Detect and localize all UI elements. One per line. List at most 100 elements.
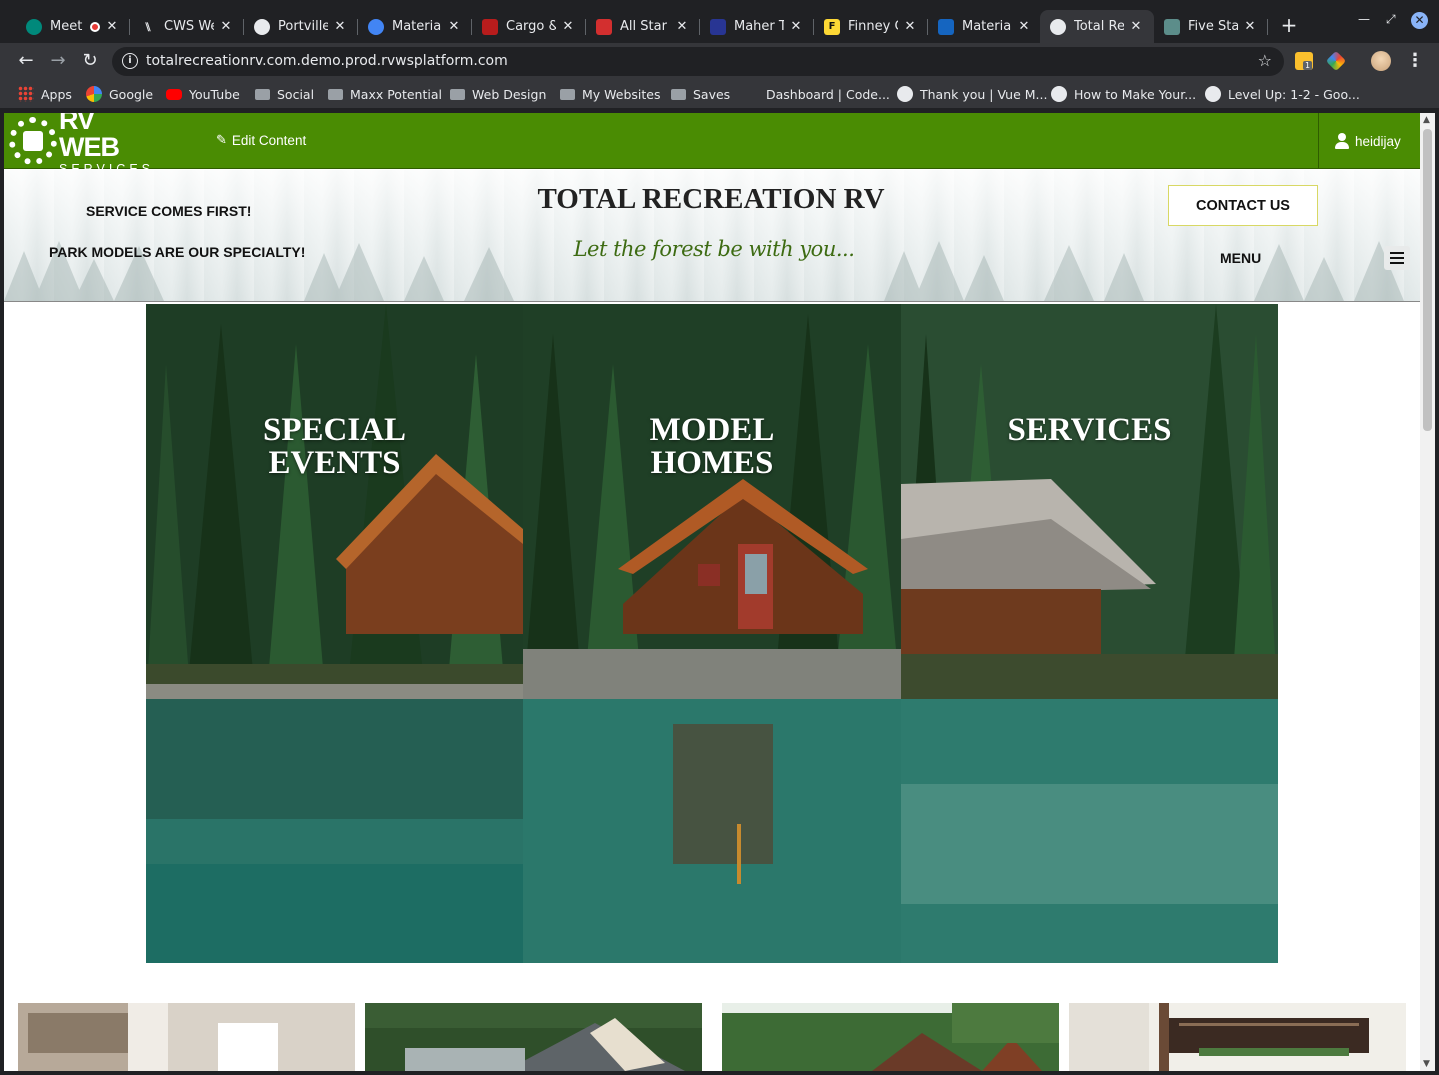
codepen-icon (743, 86, 759, 102)
site-title[interactable]: TOTAL RECREATION RV (536, 183, 886, 216)
gear-logo-icon (9, 117, 57, 165)
scrollbar-thumb[interactable] (1423, 129, 1432, 431)
edit-content-button[interactable]: ✎ Edit Content (216, 132, 306, 148)
close-tab-icon[interactable]: ✕ (560, 19, 576, 34)
address-bar[interactable]: i totalrecreationrv.com.demo.prod.rvwspl… (112, 47, 1284, 76)
close-tab-icon[interactable]: ✕ (332, 19, 348, 34)
close-tab-icon[interactable]: ✕ (218, 19, 234, 34)
profile-avatar[interactable] (1371, 51, 1391, 71)
maher-favicon-icon (710, 18, 726, 35)
address-url[interactable]: totalrecreationrv.com.demo.prod.rvwsplat… (146, 53, 508, 69)
close-tab-icon[interactable]: ✕ (104, 19, 120, 34)
browser-toolbar: ← → ↻ i totalrecreationrv.com.demo.prod.… (0, 43, 1439, 79)
globe-favicon-icon (1050, 18, 1066, 35)
bookmark-levelup[interactable]: Level Up: 1-2 - Goo... (1205, 85, 1360, 103)
cargo-favicon-icon (482, 18, 498, 35)
close-tab-icon[interactable]: ✕ (1128, 19, 1144, 34)
globe-icon (897, 86, 913, 102)
gallery-thumbnail-exterior-home[interactable] (365, 1003, 702, 1071)
gallery-thumbnail-interior-loft[interactable] (18, 1003, 355, 1071)
user-menu[interactable]: heidijay (1318, 113, 1420, 169)
material-favicon-icon (368, 18, 384, 35)
hero-panel-services[interactable]: SERVICES (901, 304, 1278, 963)
hero-panel-special-events[interactable]: SPECIAL EVENTS (146, 304, 523, 963)
username: heidijay (1355, 133, 1401, 149)
extension-badge: 1 (1303, 61, 1313, 70)
kitchen-image (1069, 1003, 1406, 1071)
folder-icon (328, 88, 343, 100)
browser-tab[interactable]: F Finney C ✕ (814, 10, 928, 43)
recording-indicator-icon (90, 21, 100, 32)
logo-line1: RV WEB (59, 113, 120, 162)
scroll-up-icon[interactable]: ▲ (1423, 115, 1430, 125)
close-tab-icon[interactable]: ✕ (674, 19, 690, 34)
bookmarks-bar: Apps Google YouTube Social Maxx Potentia… (0, 79, 1439, 109)
browser-menu-icon[interactable]: ⋮ (1406, 51, 1424, 71)
browser-tab[interactable]: Material ✕ (358, 10, 472, 43)
browser-tab[interactable]: Material ✕ (928, 10, 1042, 43)
browser-tab[interactable]: All Star I ✕ (586, 10, 700, 43)
finney-favicon-icon: F (824, 18, 840, 35)
gallery-thumbnail-cabin-trees[interactable] (722, 1003, 1059, 1071)
fivestar-favicon-icon (1164, 18, 1180, 35)
color-picker-extension-icon[interactable] (1325, 50, 1347, 72)
browser-tab[interactable]: Meet ✕ (16, 10, 130, 43)
bookmark-youtube[interactable]: YouTube (166, 85, 240, 103)
browser-tab-active[interactable]: Total Rec ✕ (1040, 10, 1154, 43)
minimize-window-icon[interactable]: — (1358, 12, 1370, 26)
browser-tab[interactable]: Maher Tr ✕ (700, 10, 814, 43)
site-info-icon[interactable]: i (122, 53, 138, 69)
bookmark-dashboard[interactable]: Dashboard | Code... (743, 85, 890, 103)
browser-tab[interactable]: ⑊ CWS Wel ✕ (130, 10, 244, 43)
exterior-image (365, 1003, 702, 1071)
contact-us-button[interactable]: CONTACT US (1168, 185, 1318, 226)
page-scrollbar[interactable]: ▲ ▼ (1420, 113, 1435, 1071)
folder-icon (560, 88, 575, 100)
folder-icon (450, 88, 465, 100)
bookmark-howto[interactable]: How to Make Your... (1051, 85, 1196, 103)
web-page: RV WEB SERVICES ✎ Edit Content heidijay … (4, 113, 1420, 1071)
back-arrow-icon[interactable]: ← (14, 49, 38, 73)
browser-tab-strip: Meet ✕ ⑊ CWS Wel ✕ Portville ✕ Material … (0, 0, 1439, 43)
scroll-down-icon[interactable]: ▼ (1423, 1059, 1430, 1069)
bookmark-folder-saves[interactable]: Saves (671, 85, 730, 103)
restore-window-icon[interactable]: ⤢ (1386, 12, 1396, 27)
cabin-trees-image (722, 1003, 1059, 1071)
user-icon (1335, 133, 1349, 149)
material-favicon-icon (938, 18, 954, 35)
browser-tab[interactable]: Five Star ✕ (1154, 10, 1268, 43)
menu-label[interactable]: MENU (1220, 250, 1261, 266)
bookmark-apps[interactable]: Apps (18, 85, 72, 103)
allstar-favicon-icon (596, 18, 612, 35)
close-window-icon[interactable]: ✕ (1411, 12, 1428, 29)
forward-arrow-icon[interactable]: → (46, 49, 70, 73)
close-tab-icon[interactable]: ✕ (1242, 19, 1258, 34)
browser-tab[interactable]: Portville ✕ (244, 10, 358, 43)
hero-panel-model-homes[interactable]: MODEL HOMES (523, 304, 901, 963)
bookmark-folder-webdesign[interactable]: Web Design (450, 85, 546, 103)
site-slogan: Let the forest be with you... (573, 237, 855, 261)
close-tab-icon[interactable]: ✕ (788, 19, 804, 34)
extension-icon[interactable]: 1 (1295, 52, 1313, 70)
globe-icon (1205, 86, 1221, 102)
gallery-thumbnail-interior-kitchen[interactable] (1069, 1003, 1406, 1071)
bookmark-star-icon[interactable]: ☆ (1258, 51, 1272, 70)
close-tab-icon[interactable]: ✕ (446, 19, 462, 34)
close-tab-icon[interactable]: ✕ (902, 19, 918, 34)
google-icon (86, 86, 102, 102)
close-tab-icon[interactable]: ✕ (1016, 19, 1032, 34)
browser-tab[interactable]: Cargo & ✕ (472, 10, 586, 43)
bookmark-thankyou[interactable]: Thank you | Vue M... (897, 85, 1047, 103)
bookmark-google[interactable]: Google (86, 85, 153, 103)
folder-icon (671, 88, 686, 100)
rv-web-services-logo[interactable]: RV WEB SERVICES (9, 113, 154, 175)
hamburger-menu-icon[interactable] (1384, 246, 1410, 270)
site-header: SERVICE COMES FIRST! PARK MODELS ARE OUR… (4, 170, 1420, 302)
new-tab-button[interactable]: + (1278, 14, 1300, 36)
reload-icon[interactable]: ↻ (78, 49, 102, 73)
bookmark-folder-social[interactable]: Social (255, 85, 314, 103)
meet-favicon-icon (26, 18, 42, 35)
bookmark-folder-maxx[interactable]: Maxx Potential (328, 85, 442, 103)
globe-icon (1051, 86, 1067, 102)
bookmark-folder-mywebsites[interactable]: My Websites (560, 85, 661, 103)
